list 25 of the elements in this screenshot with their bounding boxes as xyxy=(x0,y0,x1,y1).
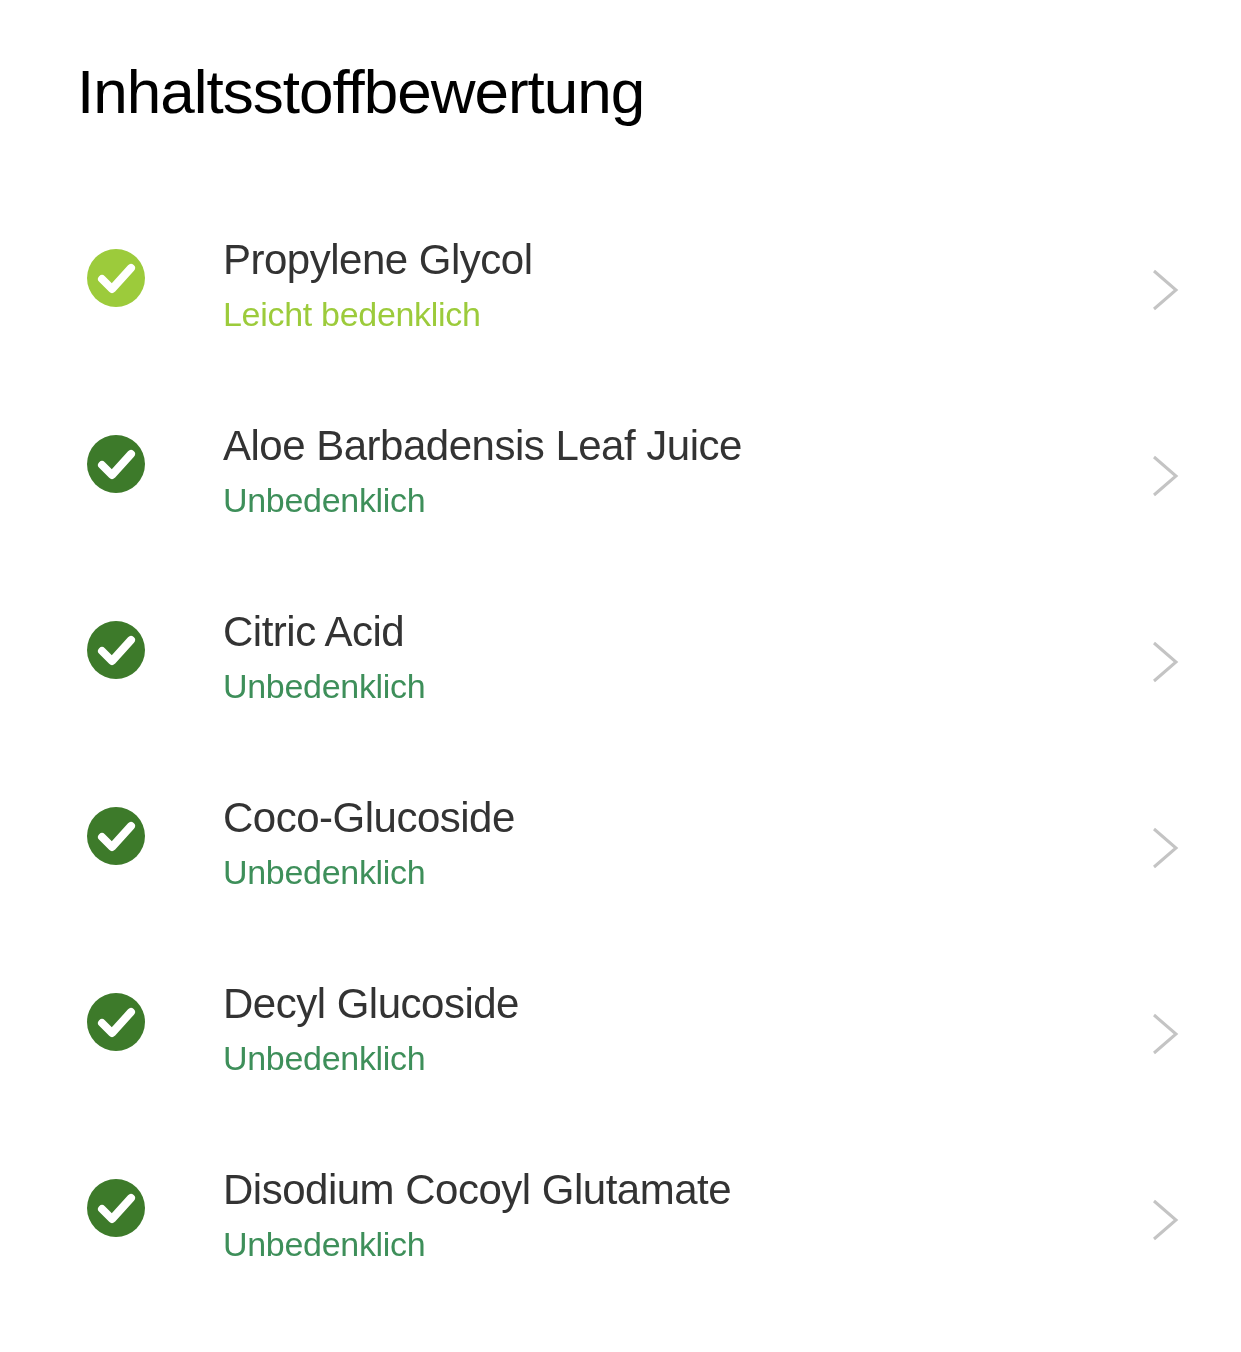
page-title: Inhaltsstoffbewertung xyxy=(76,56,646,128)
chevron-right-icon xyxy=(1151,1198,1179,1242)
ingredient-name: Disodium Cocoyl Glutamate xyxy=(223,1165,733,1215)
rating-label: Unbedenklich xyxy=(223,1224,427,1265)
ingredient-row[interactable]: Citric Acid Unbedenklich xyxy=(0,604,1241,790)
chevron-right-icon xyxy=(1151,826,1179,870)
chevron-right-icon xyxy=(1151,454,1179,498)
chevron-right-icon xyxy=(1151,1012,1179,1056)
rating-label: Unbedenklich xyxy=(223,852,427,893)
rating-label: Unbedenklich xyxy=(223,1038,427,1079)
ingredient-row[interactable]: Disodium Cocoyl Glutamate Unbedenklich xyxy=(0,1162,1241,1348)
chevron-right-icon xyxy=(1151,640,1179,684)
ingredient-name: Propylene Glycol xyxy=(223,235,534,285)
ingredient-name: Citric Acid xyxy=(223,607,406,657)
rating-label: Leicht bedenklich xyxy=(223,294,482,335)
ingredient-name: Coco-Glucoside xyxy=(223,793,516,843)
ingredient-row[interactable]: Propylene Glycol Leicht bedenklich xyxy=(0,232,1241,418)
ingredient-row[interactable]: Aloe Barbadensis Leaf Juice Unbedenklich xyxy=(0,418,1241,604)
rating-label: Unbedenklich xyxy=(223,666,427,707)
ingredient-row[interactable]: Decyl Glucoside Unbedenklich xyxy=(0,976,1241,1162)
rating-label: Unbedenklich xyxy=(223,480,427,521)
ingredient-name: Aloe Barbadensis Leaf Juice xyxy=(223,421,743,471)
ingredient-name: Decyl Glucoside xyxy=(223,979,520,1029)
chevron-right-icon xyxy=(1151,268,1179,312)
ingredient-row[interactable]: Coco-Glucoside Unbedenklich xyxy=(0,790,1241,976)
